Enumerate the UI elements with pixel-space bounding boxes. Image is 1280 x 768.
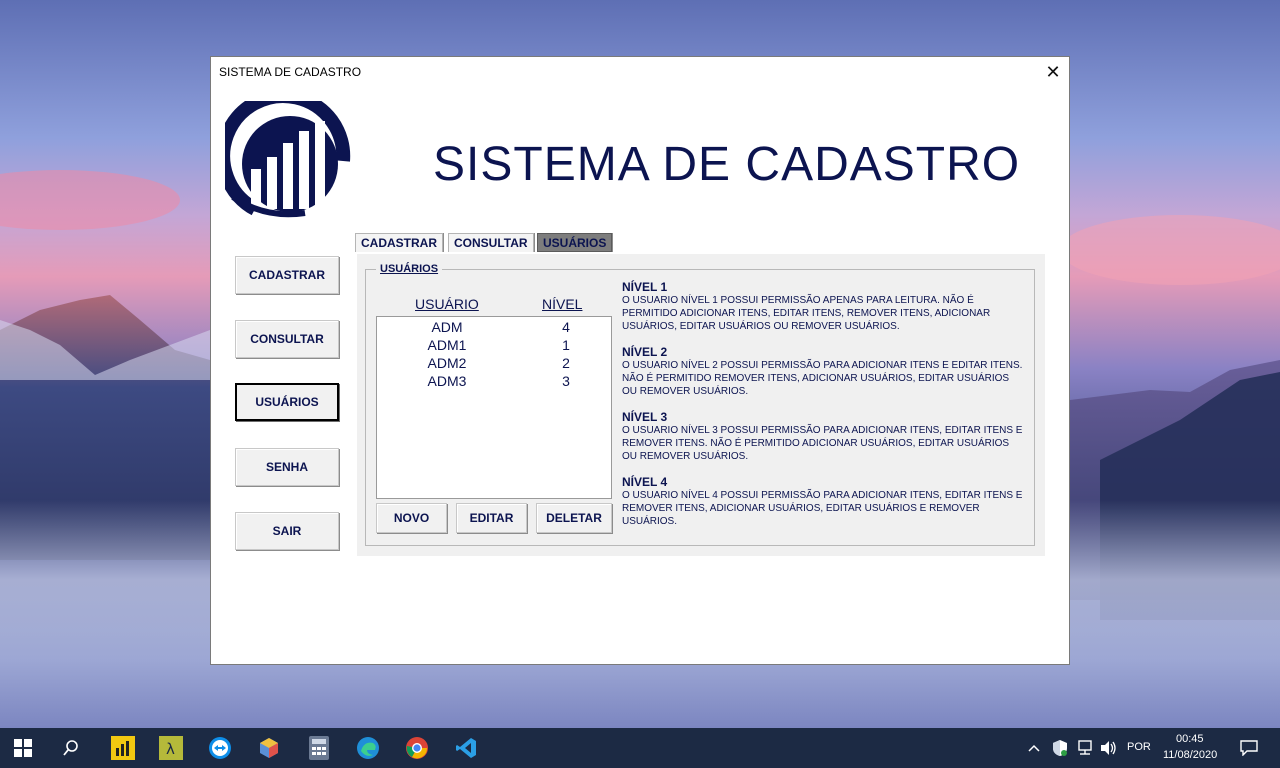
level-title: NÍVEL 2 — [622, 345, 668, 359]
tab-usuarios[interactable]: USUÁRIOS — [537, 233, 613, 252]
box-app-icon[interactable] — [256, 735, 282, 761]
logo-icon — [225, 101, 351, 218]
column-header-usuario: USUÁRIO — [415, 296, 479, 312]
list-item[interactable]: ADM2 2 — [377, 355, 611, 373]
power-bi-icon[interactable] — [110, 735, 136, 761]
level-descriptions: NÍVEL 1 O USUARIO NÍVEL 1 POSSUI PERMISS… — [622, 280, 1026, 540]
user-level: 4 — [562, 319, 570, 335]
calculator-icon[interactable] — [306, 735, 332, 761]
clock-date[interactable]: 11/08/2020 — [1163, 749, 1217, 761]
edge-icon[interactable] — [355, 735, 381, 761]
vscode-icon[interactable] — [453, 735, 479, 761]
user-name: ADM — [431, 319, 463, 335]
close-icon: ✕ — [1045, 61, 1061, 82]
users-listbox[interactable]: ADM 4 ADM1 1 ADM2 2 ADM3 3 — [376, 316, 612, 499]
user-level: 3 — [562, 373, 570, 389]
svg-text:λ: λ — [166, 740, 175, 758]
windows-start-icon[interactable] — [10, 735, 36, 761]
user-name: ADM1 — [427, 337, 467, 353]
level-title: NÍVEL 4 — [622, 475, 668, 489]
window-title: SISTEMA DE CADASTRO — [219, 65, 362, 79]
chrome-icon[interactable] — [404, 735, 430, 761]
level-block: NÍVEL 3 O USUARIO NÍVEL 3 POSSUI PERMISS… — [622, 410, 1026, 463]
level-description: O USUARIO NÍVEL 1 POSSUI PERMISSÃO APENA… — [622, 295, 991, 332]
list-item[interactable]: ADM1 1 — [377, 337, 611, 355]
level-block: NÍVEL 2 O USUARIO NÍVEL 2 POSSUI PERMISS… — [622, 345, 1026, 398]
volume-icon[interactable] — [1098, 735, 1120, 761]
list-item[interactable]: ADM 4 — [377, 319, 611, 337]
user-level: 1 — [562, 337, 570, 353]
groupbox-label: USUÁRIOS — [376, 263, 443, 275]
security-shield-icon[interactable] — [1050, 735, 1070, 761]
level-description: O USUARIO NÍVEL 4 POSSUI PERMISSÃO PARA … — [622, 490, 1023, 527]
usuarios-groupbox: USUÁRIOS USUÁRIO NÍVEL ADM 4 ADM1 1 ADM2… — [365, 263, 1035, 546]
usuarios-button[interactable]: USUÁRIOS — [235, 383, 339, 421]
teamviewer-icon[interactable] — [207, 735, 233, 761]
user-name: ADM2 — [427, 355, 467, 371]
deletar-button[interactable]: DELETAR — [536, 503, 612, 533]
sair-button[interactable]: SAIR — [235, 512, 339, 550]
app-title: SISTEMA DE CADASTRO — [433, 138, 1021, 191]
language-indicator[interactable]: POR — [1127, 741, 1151, 753]
app-window: SISTEMA DE CADASTRO ✕ SISTEMA DE CADASTR… — [210, 56, 1070, 665]
tab-cadastrar[interactable]: CADASTRAR — [355, 233, 443, 252]
level-description: O USUARIO NÍVEL 3 POSSUI PERMISSÃO PARA … — [622, 425, 1023, 462]
lambda-app-icon[interactable]: λ — [158, 735, 184, 761]
clock-time[interactable]: 00:45 — [1176, 733, 1204, 745]
novo-button[interactable]: NOVO — [376, 503, 447, 533]
tab-consultar[interactable]: CONSULTAR — [448, 233, 534, 252]
column-header-nivel: NÍVEL — [542, 296, 583, 312]
list-item[interactable]: ADM3 3 — [377, 373, 611, 391]
taskbar: λ POR 00:45 11/08/2020 — [0, 728, 1280, 768]
usuarios-tab-panel: USUÁRIOS USUÁRIO NÍVEL ADM 4 ADM1 1 ADM2… — [357, 254, 1045, 556]
user-name: ADM3 — [427, 373, 467, 389]
network-icon[interactable] — [1074, 735, 1096, 761]
window-titlebar[interactable]: SISTEMA DE CADASTRO ✕ — [211, 57, 1069, 87]
notifications-icon[interactable] — [1236, 735, 1262, 761]
level-block: NÍVEL 4 O USUARIO NÍVEL 4 POSSUI PERMISS… — [622, 475, 1026, 528]
level-title: NÍVEL 1 — [622, 280, 668, 294]
cadastrar-button[interactable]: CADASTRAR — [235, 256, 339, 294]
level-block: NÍVEL 1 O USUARIO NÍVEL 1 POSSUI PERMISS… — [622, 280, 1026, 333]
consultar-button[interactable]: CONSULTAR — [235, 320, 339, 358]
chevron-up-icon[interactable] — [1026, 735, 1042, 761]
senha-button[interactable]: SENHA — [235, 448, 339, 486]
user-level: 2 — [562, 355, 570, 371]
level-description: O USUARIO NÍVEL 2 POSSUI PERMISSÃO PARA … — [622, 360, 1023, 397]
editar-button[interactable]: EDITAR — [456, 503, 527, 533]
level-title: NÍVEL 3 — [622, 410, 668, 424]
search-icon[interactable] — [58, 735, 84, 761]
close-button[interactable]: ✕ — [1041, 60, 1065, 84]
